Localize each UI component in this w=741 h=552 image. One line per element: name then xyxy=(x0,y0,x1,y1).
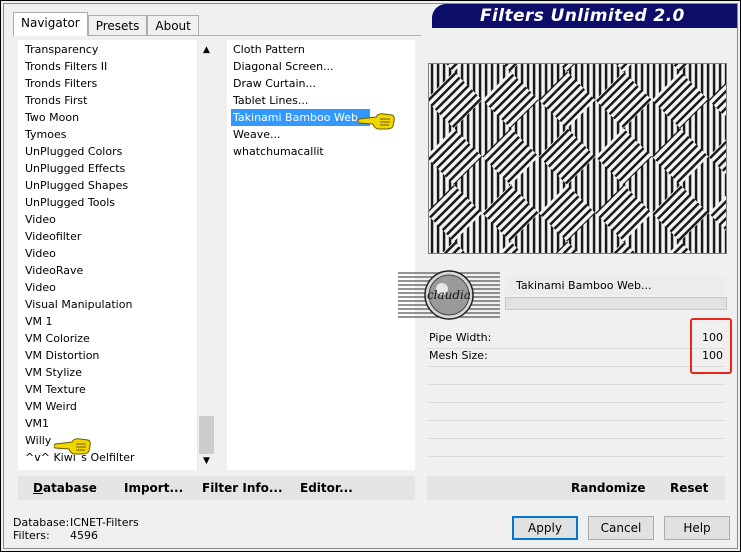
reset-button[interactable]: Reset xyxy=(670,481,708,495)
param-row-empty xyxy=(427,402,725,421)
filter-list-item[interactable]: Weave... xyxy=(233,126,281,143)
category-list-item[interactable]: Videofilter xyxy=(25,228,81,245)
param-row-empty xyxy=(427,438,725,457)
status-database-label: Database: xyxy=(13,516,70,529)
category-list-item[interactable]: Visual Manipulation xyxy=(25,296,132,313)
tab-navigator[interactable]: Navigator xyxy=(13,12,88,36)
filter-list-item[interactable]: Tablet Lines... xyxy=(233,92,308,109)
param-row-empty xyxy=(427,366,725,385)
category-list-item[interactable]: Tronds Filters II xyxy=(25,58,107,75)
category-list-item[interactable]: VM 1 xyxy=(25,313,53,330)
category-list-item[interactable]: Willy xyxy=(25,432,51,449)
category-list-item[interactable]: Video xyxy=(25,279,56,296)
filter-list-item[interactable]: Takinami Bamboo Web... xyxy=(229,108,372,127)
category-list-item[interactable]: UnPlugged Effects xyxy=(25,160,125,177)
category-list-item[interactable]: VM Stylize xyxy=(25,364,82,381)
right-toolbar: Randomize Reset xyxy=(427,476,725,500)
filter-list-item[interactable]: Draw Curtain... xyxy=(233,75,316,92)
filter-info-button[interactable]: Filter Info... xyxy=(202,481,283,495)
database-button[interactable]: Database xyxy=(33,481,97,495)
editor-button[interactable]: Editor... xyxy=(300,481,353,495)
param-row-pipe-width[interactable]: Pipe Width: 100 xyxy=(427,330,725,349)
tab-presets[interactable]: Presets xyxy=(87,15,148,36)
filter-list[interactable]: Cloth Pattern Diagonal Screen... Draw Curt… xyxy=(227,40,415,470)
import-button[interactable]: Import... xyxy=(124,481,183,495)
pointing-hand-icon xyxy=(54,438,91,455)
category-list-item[interactable]: VM1 xyxy=(25,415,49,432)
category-list-item[interactable]: VM Texture xyxy=(25,381,86,398)
category-list-item[interactable]: Video xyxy=(25,211,56,228)
status-filters: Filters: 4596 xyxy=(13,529,98,542)
scroll-up-arrow-icon[interactable]: ▲ xyxy=(198,42,215,59)
category-list-item[interactable]: Two Moon xyxy=(25,109,79,126)
param-row-empty xyxy=(427,420,725,439)
category-list-item[interactable]: VM Weird xyxy=(25,398,77,415)
category-list[interactable]: Transparency Tronds Filters II Tronds Filt… xyxy=(18,40,214,470)
left-toolbar: Database Import... Filter Info... Editor… xyxy=(18,476,415,500)
tab-about[interactable]: About xyxy=(147,15,199,36)
category-list-item[interactable]: Transparency xyxy=(25,41,98,58)
annotation-highlight-box xyxy=(690,318,732,374)
filter-list-item[interactable]: Cloth Pattern xyxy=(233,41,305,58)
parameter-panel: Pipe Width: 100 Mesh Size: 100 xyxy=(427,330,725,470)
status-filters-label: Filters: xyxy=(13,529,50,542)
category-list-item[interactable]: Tronds First xyxy=(25,92,87,109)
tab-bar: Navigator Presets About xyxy=(13,12,199,36)
randomize-button[interactable]: Randomize xyxy=(571,481,645,495)
category-list-item[interactable]: VM Colorize xyxy=(25,330,90,347)
category-list-item[interactable]: UnPlugged Shapes xyxy=(25,177,128,194)
param-label: Mesh Size: xyxy=(429,349,488,362)
claudia-logo-watermark: claudia xyxy=(398,270,500,320)
category-list-item[interactable]: VM Distortion xyxy=(25,347,99,364)
filter-preview-image xyxy=(428,63,727,254)
category-list-item[interactable]: Tronds Filters xyxy=(25,75,97,92)
param-row-mesh-size[interactable]: Mesh Size: 100 xyxy=(427,348,725,367)
scroll-down-arrow-icon[interactable]: ▼ xyxy=(198,453,215,470)
pointing-hand-icon xyxy=(358,113,395,130)
category-scrollbar[interactable]: ▲ ▼ xyxy=(197,40,215,470)
status-database: Database: ICNET-Filters xyxy=(13,516,139,529)
window-title: Filters Unlimited 2.0 xyxy=(480,6,685,26)
cancel-button[interactable]: Cancel xyxy=(588,516,654,540)
title-banner: Filters Unlimited 2.0 xyxy=(432,4,737,28)
filter-list-item[interactable]: whatchumacallit xyxy=(233,143,324,160)
filter-list-item[interactable]: Diagonal Screen... xyxy=(233,58,334,75)
apply-button[interactable]: Apply xyxy=(512,516,578,540)
category-list-item[interactable]: VideoRave xyxy=(25,262,83,279)
category-list-item[interactable]: Video xyxy=(25,245,56,262)
category-list-item[interactable]: Tymoes xyxy=(25,126,66,143)
category-list-item[interactable]: UnPlugged Colors xyxy=(25,143,122,160)
logo-text: claudia xyxy=(427,288,471,302)
scrollbar-thumb[interactable] xyxy=(199,416,214,454)
param-row-empty xyxy=(427,384,725,403)
preview-filter-name: Takinami Bamboo Web... xyxy=(516,279,652,292)
status-database-value: ICNET-Filters xyxy=(70,516,139,529)
category-list-item[interactable]: UnPlugged Tools xyxy=(25,194,115,211)
filter-name-bar xyxy=(505,297,727,310)
param-label: Pipe Width: xyxy=(429,331,492,344)
status-filters-value: 4596 xyxy=(70,529,98,542)
help-button[interactable]: Help xyxy=(664,516,730,540)
